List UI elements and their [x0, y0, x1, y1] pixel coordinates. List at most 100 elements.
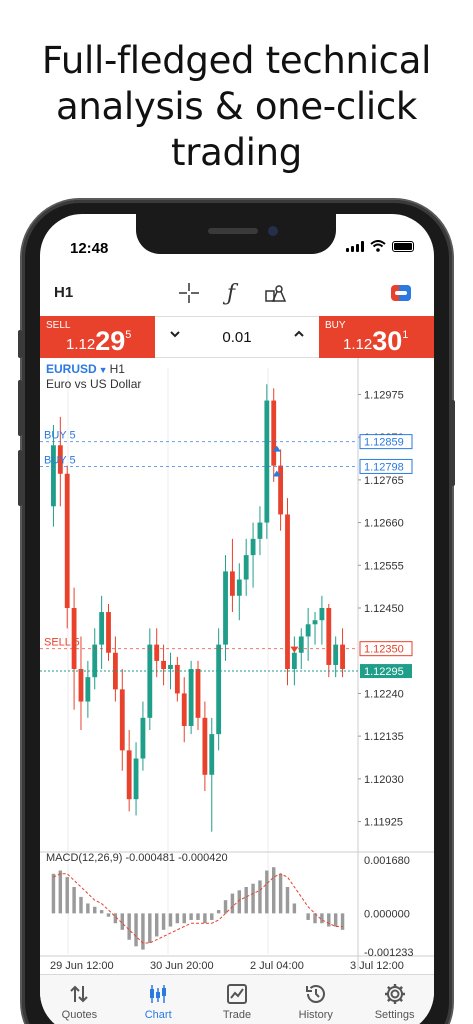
headline: Full-fledged technical analysis & one-cl…	[0, 38, 473, 176]
candle-body	[278, 465, 284, 515]
candle-body	[271, 400, 277, 466]
price-chart[interactable]: 1.129751.128701.127651.126601.125551.124…	[40, 358, 434, 970]
candle-body	[326, 608, 332, 665]
candle-body	[92, 644, 98, 678]
one-click-trade-icon[interactable]	[388, 280, 414, 306]
candle-body	[161, 660, 166, 670]
candle-body	[140, 717, 146, 759]
candle-body	[147, 644, 153, 718]
candle-body	[216, 644, 222, 735]
sell-price-sup: 5	[125, 329, 132, 341]
signal-icon	[346, 240, 364, 252]
candle-body	[223, 571, 228, 645]
candle-body	[209, 734, 215, 775]
settings-icon	[382, 981, 408, 1007]
tab-settings[interactable]: Settings	[355, 975, 434, 1024]
time-tick-label: 2 Jul 04:00	[250, 960, 304, 970]
tab-label: Quotes	[61, 1009, 98, 1021]
candle-body	[126, 750, 132, 800]
buy-price: 1.12 30 1	[343, 328, 409, 355]
sell-price-small: 1.12	[66, 336, 96, 353]
candle-body	[119, 689, 125, 751]
mute-switch	[18, 330, 22, 358]
macd-signal-line	[53, 873, 343, 944]
sell-arrow-icon	[290, 646, 299, 653]
candle-body	[305, 624, 311, 637]
chart-toolbar: H1 ƒ	[40, 276, 434, 312]
chart-icon	[145, 981, 171, 1007]
chart-timeframe: H1	[109, 362, 125, 376]
candle-body	[106, 612, 111, 653]
chart-canvas[interactable]: 1.129751.128701.127651.126601.125551.124…	[40, 358, 434, 970]
tab-label: Trade	[222, 1009, 252, 1021]
price-tick-label: 1.12030	[364, 774, 404, 786]
wifi-icon	[370, 240, 386, 252]
tab-quotes[interactable]: Quotes	[40, 975, 119, 1024]
timeframe-button[interactable]: H1	[54, 284, 73, 301]
headline-line: Full-fledged technical	[41, 39, 432, 82]
volume-increase-button[interactable]	[293, 327, 305, 343]
candle-body	[154, 644, 160, 661]
buy-button[interactable]: BUY 1.12 30 1	[319, 316, 434, 358]
history-icon	[303, 981, 329, 1007]
candle-body	[285, 514, 290, 670]
symbol-description: Euro vs US Dollar	[46, 377, 142, 391]
order-price-label: 1.12350	[364, 644, 404, 656]
buy-price-small: 1.12	[343, 336, 373, 353]
candle-body	[333, 644, 339, 665]
buy-price-sup: 1	[402, 329, 409, 341]
tab-history[interactable]: History	[276, 975, 355, 1024]
candle-body	[312, 620, 318, 625]
candle-body	[181, 693, 187, 726]
tab-label: Settings	[374, 1009, 415, 1021]
price-tick-label: 1.12240	[364, 688, 404, 700]
candle-body	[99, 612, 105, 645]
quotes-icon	[66, 981, 92, 1007]
candle-body	[291, 652, 297, 670]
headline-line: trading	[171, 131, 302, 174]
volume-down-button	[18, 450, 22, 506]
order-line-label: BUY 5	[44, 454, 76, 466]
tab-trade[interactable]: Trade	[198, 975, 277, 1024]
candle-body	[78, 669, 84, 702]
volume-stepper: 0.01	[155, 316, 319, 358]
tab-bar: Quotes Chart Trade History Settings	[40, 974, 434, 1024]
candle-body	[298, 636, 304, 653]
front-camera	[268, 226, 278, 236]
macd-tick-label: 0.000000	[364, 908, 410, 920]
price-tick-label: 1.12450	[364, 603, 404, 615]
symbol-selector[interactable]: EURUSD ▼ H1	[46, 362, 125, 376]
candle-body	[250, 538, 256, 556]
volume-up-button	[18, 380, 22, 436]
candle-body	[195, 669, 201, 718]
crosshair-icon[interactable]	[176, 280, 202, 306]
indicators-icon[interactable]: ƒ	[218, 280, 244, 306]
trade-icon	[224, 981, 250, 1007]
objects-icon[interactable]	[262, 280, 288, 306]
candle-body	[243, 555, 249, 580]
sell-button[interactable]: SELL 1.12 29 5	[40, 316, 155, 358]
sell-price-big: 29	[95, 326, 126, 356]
time-tick-label: 30 Jun 20:00	[150, 960, 214, 970]
price-tick-label: 1.11925	[364, 817, 403, 829]
speaker	[208, 228, 258, 234]
candle-body	[64, 473, 70, 608]
tab-chart[interactable]: Chart	[119, 975, 198, 1024]
status-icons	[346, 240, 414, 252]
price-tick-label: 1.12660	[364, 518, 404, 530]
chevron-up-icon	[294, 330, 304, 337]
tab-label: History	[298, 1009, 333, 1021]
time-tick-label: 29 Jun 12:00	[50, 960, 114, 970]
dropdown-triangle-icon: ▼	[98, 365, 108, 375]
status-time: 12:48	[70, 240, 109, 257]
tab-label: Chart	[144, 1009, 172, 1021]
current-price-label: 1.12295	[364, 666, 404, 678]
candle-body	[188, 669, 194, 726]
price-tick-label: 1.12975	[364, 389, 404, 401]
candle-body	[174, 664, 180, 694]
candle-body	[319, 608, 325, 621]
order-price-label: 1.12798	[364, 461, 404, 473]
one-click-trade-panel: SELL 1.12 29 5 0.01 BUY 1.12 30 1	[40, 316, 434, 358]
notch	[136, 214, 336, 254]
macd-tick-label: 0.001680	[364, 855, 410, 867]
